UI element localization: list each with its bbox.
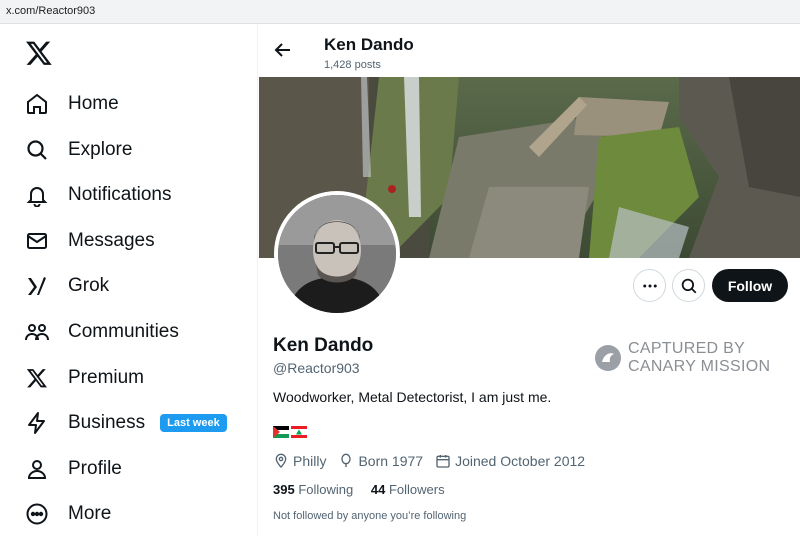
sidebar-item-label: Grok [68, 275, 110, 296]
following-count: 395 [273, 482, 295, 497]
sidebar: Home Explore Notifications Messages Grok… [0, 24, 258, 536]
sidebar-item-messages[interactable]: Messages [24, 221, 155, 261]
born-text: Born 1977 [358, 453, 424, 469]
joined-text: Joined October 2012 [455, 453, 586, 469]
following-label: Following [298, 482, 354, 497]
sidebar-item-label: Home [68, 93, 119, 114]
post-count: 1,428 posts [324, 59, 381, 71]
x-logo-icon [24, 365, 50, 391]
back-arrow-icon[interactable] [271, 38, 295, 62]
bio-flags [273, 426, 307, 438]
header-name: Ken Dando [324, 35, 414, 54]
watermark-line1: CAPTURED BY [628, 340, 746, 357]
sidebar-item-explore[interactable]: Explore [24, 130, 132, 170]
lebanon-flag-icon [291, 426, 307, 438]
follow-counts: 395 Following 44 Followers [273, 482, 459, 497]
search-icon [681, 278, 696, 293]
sidebar-item-label: Communities [68, 321, 179, 342]
sidebar-item-label: Explore [68, 139, 133, 160]
sidebar-item-label: Premium [68, 367, 145, 388]
url-text: x.com/Reactor903 [6, 5, 96, 17]
profile-meta: Philly Born 1977 Joined October 2012 [273, 453, 597, 469]
sidebar-item-home[interactable]: Home [24, 84, 119, 124]
not-followed-note: Not followed by anyone you’re following [273, 510, 467, 522]
people-icon [24, 319, 50, 345]
balloon-icon [341, 453, 352, 467]
more-circle-icon [24, 501, 50, 527]
x-logo-icon[interactable] [25, 39, 53, 67]
calendar-icon [436, 455, 450, 468]
envelope-icon [24, 228, 50, 254]
sidebar-item-label: Business [68, 412, 146, 433]
sidebar-item-profile[interactable]: Profile [24, 449, 122, 489]
search-profile-button[interactable] [672, 269, 705, 302]
browser-address-bar[interactable]: x.com/Reactor903 [0, 0, 800, 24]
avatar[interactable] [274, 191, 400, 317]
more-button[interactable] [633, 269, 666, 302]
location-pin-icon [275, 453, 287, 468]
watermark: CAPTURED BY CANARY MISSION [594, 340, 770, 376]
profile-header-bar: Ken Dando 1,428 posts [259, 24, 800, 77]
lightning-icon [24, 410, 50, 436]
sidebar-item-communities[interactable]: Communities [24, 312, 179, 352]
followers-label: Followers [388, 482, 445, 497]
follow-button[interactable]: Follow [712, 269, 788, 302]
sidebar-item-label: Notifications [68, 184, 172, 205]
location-text: Philly [293, 453, 327, 469]
sidebar-item-label: Profile [68, 458, 122, 479]
sidebar-item-premium[interactable]: Premium [24, 358, 144, 398]
home-icon [24, 91, 50, 117]
canary-logo-icon [595, 345, 621, 371]
profile-main: Ken Dando 1,428 posts Follow Ken Dando @… [259, 24, 800, 536]
person-icon [24, 456, 50, 482]
sidebar-item-more[interactable]: More [24, 494, 111, 534]
followers-count: 44 [370, 482, 386, 497]
followers-link[interactable]: 44 Followers [371, 482, 445, 497]
watermark-line2: CANARY MISSION [628, 358, 771, 375]
following-link[interactable]: 395 Following [273, 482, 353, 497]
profile-name: Ken Dando [273, 335, 374, 356]
sidebar-item-label: More [68, 503, 112, 524]
palestine-flag-icon [273, 426, 289, 438]
location-item: Philly [273, 453, 326, 469]
profile-handle: @Reactor903 [273, 360, 360, 376]
more-dots-icon [642, 284, 657, 287]
sidebar-item-business[interactable]: Business Last week [24, 403, 227, 443]
born-item: Born 1977 [338, 453, 423, 469]
last-week-badge: Last week [160, 414, 227, 432]
grok-icon [24, 273, 50, 299]
sidebar-item-label: Messages [68, 230, 155, 251]
sidebar-item-grok[interactable]: Grok [24, 266, 109, 306]
joined-item: Joined October 2012 [435, 453, 585, 469]
sidebar-item-notifications[interactable]: Notifications [24, 175, 172, 215]
search-icon [24, 137, 50, 163]
bell-icon [24, 182, 50, 208]
profile-bio: Woodworker, Metal Detectorist, I am just… [273, 389, 552, 405]
